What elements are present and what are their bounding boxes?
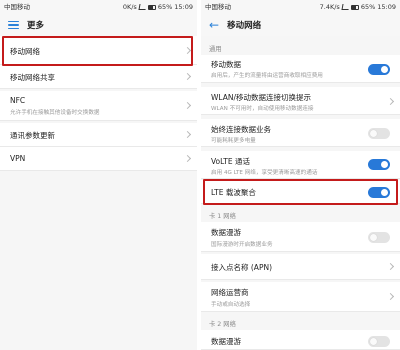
setting-label: 网络运营商 — [211, 288, 249, 297]
lte-ca-toggle[interactable] — [368, 187, 390, 198]
menu-icon[interactable] — [8, 20, 19, 30]
status-indicators: 0K/s 65% 15:09 — [123, 0, 193, 14]
setting-always-on-data[interactable]: 始终连接数据业务 可能耗耗更多电量 — [201, 119, 400, 147]
app-bar: ← 移动网络 — [201, 14, 400, 36]
setting-label: 数据漫游 — [211, 337, 241, 346]
volte-toggle[interactable] — [368, 159, 390, 170]
clock: 15:09 — [377, 3, 396, 11]
setting-data-roaming-card2[interactable]: 数据漫游 — [201, 330, 400, 350]
menu-item-mobile-network[interactable]: 移动网络 — [0, 36, 197, 65]
clock: 15:09 — [174, 3, 193, 11]
status-bar: 中国移动 0K/s 65% 15:09 — [0, 0, 197, 14]
menu-item-label: 移动网络 — [10, 47, 40, 56]
setting-label: LTE 载波聚合 — [211, 188, 256, 197]
chevron-right-icon — [183, 46, 192, 55]
carrier-label: 中国移动 — [4, 3, 30, 11]
setting-data-roaming[interactable]: 数据漫游 国际漫游时开启数据业务 — [201, 222, 400, 252]
setting-description: WLAN 不可用时，自动使用移动数据连接 — [211, 106, 314, 112]
setting-mobile-data[interactable]: 移动数据 启用后，产生的流量将由运营商收取相应费用 — [201, 55, 400, 83]
left-screen: 中国移动 0K/s 65% 15:09 更多 移动网络 移动网络共享 NFC 允… — [0, 0, 197, 350]
chevron-right-icon — [386, 262, 395, 271]
setting-label: 始终连接数据业务 — [211, 125, 271, 134]
page-title: 更多 — [27, 21, 45, 31]
battery-level: 65% — [157, 3, 173, 11]
battery-icon — [147, 4, 156, 10]
menu-item-label: 通讯参数更新 — [10, 131, 55, 140]
setting-label: 移动数据 — [211, 60, 241, 69]
section-header-card2: 卡 2 网络 — [209, 321, 236, 328]
setting-label: 接入点名称 (APN) — [211, 263, 272, 272]
data-roaming-toggle[interactable] — [368, 232, 390, 243]
menu-item-vpn[interactable]: VPN — [0, 147, 197, 171]
section-header-card1: 卡 1 网络 — [209, 213, 236, 220]
battery-level: 65% — [360, 3, 376, 11]
carrier-label: 中国移动 — [205, 3, 231, 11]
setting-description: 启用 4G LTE 网络，享受更清晰高速的通话 — [211, 170, 318, 176]
setting-label: WLAN/移动数据连接切换提示 — [211, 93, 312, 102]
data-roaming-card2-toggle[interactable] — [368, 336, 390, 347]
signal-icon — [138, 4, 147, 10]
setting-description: 手动或自动选择 — [211, 302, 251, 308]
setting-volte[interactable]: VoLTE 通话 启用 4G LTE 网络，享受更清晰高速的通话 — [201, 151, 400, 179]
setting-label: VoLTE 通话 — [211, 157, 250, 166]
setting-wlan-switch-prompt[interactable]: WLAN/移动数据连接切换提示 WLAN 不可用时，自动使用移动数据连接 — [201, 87, 400, 115]
menu-item-label: 移动网络共享 — [10, 73, 55, 82]
chevron-right-icon — [183, 130, 192, 139]
menu-item-label: VPN — [10, 154, 26, 163]
signal-icon — [341, 4, 350, 10]
status-bar: 中国移动 7.4K/s 65% 15:09 — [201, 0, 400, 14]
setting-description: 启用后，产生的流量将由运营商收取相应费用 — [211, 73, 323, 79]
mobile-data-toggle[interactable] — [368, 64, 390, 75]
right-screen: 中国移动 7.4K/s 65% 15:09 ← 移动网络 通用 移动数据 启用后… — [201, 0, 400, 350]
chevron-right-icon — [386, 292, 395, 301]
page-title: 移动网络 — [227, 21, 262, 31]
menu-item-nfc[interactable]: NFC 允许手机在接触其他设备时交换数据 — [0, 91, 197, 121]
status-indicators: 7.4K/s 65% 15:09 — [320, 0, 396, 14]
chevron-right-icon — [183, 154, 192, 163]
network-speed: 7.4K/s — [319, 3, 340, 11]
back-arrow-icon[interactable]: ← — [209, 19, 219, 31]
section-header-general: 通用 — [209, 46, 222, 53]
setting-description: 国际漫游时开启数据业务 — [211, 242, 273, 248]
always-on-data-toggle[interactable] — [368, 128, 390, 139]
setting-label: 数据漫游 — [211, 228, 241, 237]
battery-icon — [350, 4, 359, 10]
menu-item-description: 允许手机在接触其他设备时交换数据 — [10, 110, 100, 116]
chevron-right-icon — [183, 72, 192, 81]
network-speed: 0K/s — [122, 3, 137, 11]
menu-item-carrier-update[interactable]: 通讯参数更新 — [0, 123, 197, 147]
setting-network-operator[interactable]: 网络运营商 手动或自动选择 — [201, 282, 400, 312]
setting-description: 可能耗耗更多电量 — [211, 138, 256, 144]
chevron-right-icon — [183, 101, 192, 110]
chevron-right-icon — [386, 97, 395, 106]
menu-item-label: NFC — [10, 96, 26, 105]
setting-apn[interactable]: 接入点名称 (APN) — [201, 254, 400, 280]
menu-item-tethering[interactable]: 移动网络共享 — [0, 65, 197, 89]
app-bar: 更多 — [0, 14, 197, 36]
setting-lte-carrier-aggregation[interactable]: LTE 载波聚合 — [201, 180, 400, 204]
